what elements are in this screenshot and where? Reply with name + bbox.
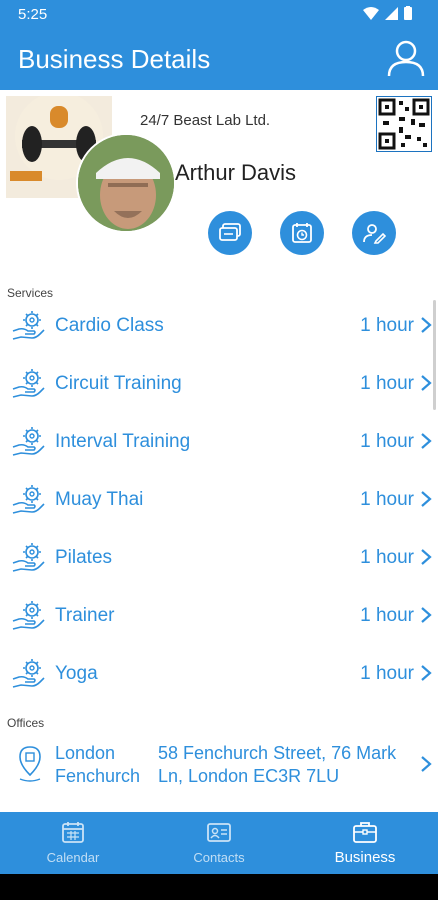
service-gear-hand-icon: [12, 311, 45, 340]
service-name: Cardio Class: [55, 315, 164, 336]
offices-heading: Offices: [7, 716, 45, 730]
office-name: London Fenchurch: [55, 743, 141, 786]
business-header: 24/7 Beast Lab Ltd. Arthur Davis: [0, 90, 438, 280]
service-duration: 1 hour: [360, 373, 414, 394]
nav-business[interactable]: Business: [292, 812, 438, 874]
service-row[interactable]: Interval Training 1 hour: [0, 412, 438, 470]
service-name: Circuit Training: [55, 373, 182, 394]
chevron-right-icon: [421, 317, 432, 333]
service-duration: 1 hour: [360, 315, 414, 336]
chevron-right-icon: [421, 607, 432, 623]
service-gear-hand-icon: [12, 485, 45, 514]
business-name: 24/7 Beast Lab Ltd.: [140, 112, 271, 129]
profile-icon[interactable]: [386, 38, 426, 78]
service-duration: 1 hour: [360, 489, 414, 510]
service-duration: 1 hour: [360, 605, 414, 626]
bottom-nav: Calendar Contacts Business: [0, 812, 438, 874]
service-row[interactable]: Muay Thai 1 hour: [0, 470, 438, 528]
chevron-right-icon: [421, 491, 432, 507]
nav-contacts-label: Contacts: [193, 850, 245, 865]
qr-code-icon: [378, 98, 430, 150]
system-navigation-bar: [0, 874, 438, 900]
service-gear-hand-icon: [12, 543, 45, 572]
review-button[interactable]: [352, 211, 396, 255]
service-duration: 1 hour: [360, 547, 414, 568]
status-bar: 5:25: [0, 0, 438, 28]
contact-card-icon: [207, 823, 231, 842]
status-time: 5:25: [18, 6, 48, 23]
scrollbar[interactable]: [433, 300, 436, 410]
service-name: Muay Thai: [55, 489, 144, 510]
service-row[interactable]: Trainer 1 hour: [0, 586, 438, 644]
service-gear-hand-icon: [12, 369, 45, 398]
chevron-right-icon: [421, 375, 432, 391]
service-duration: 1 hour: [360, 431, 414, 452]
service-name: Pilates: [55, 547, 113, 568]
nav-contacts[interactable]: Contacts: [146, 812, 292, 874]
chevron-right-icon: [421, 433, 432, 449]
chevron-right-icon: [421, 665, 432, 681]
office-row[interactable]: London Fenchurch 58 Fenchurch Street, 76…: [0, 735, 438, 797]
book-appointment-button[interactable]: [280, 211, 324, 255]
service-name: Interval Training: [55, 431, 191, 452]
service-row[interactable]: Pilates 1 hour: [0, 528, 438, 586]
service-gear-hand-icon: [12, 427, 45, 456]
battery-icon: [404, 6, 412, 20]
person-name: Arthur Davis: [175, 160, 297, 185]
service-duration: 1 hour: [360, 663, 414, 684]
service-name: Yoga: [55, 663, 98, 684]
nav-calendar[interactable]: Calendar: [0, 812, 146, 874]
chat-icon: [219, 223, 241, 241]
chevron-right-icon: [421, 549, 432, 565]
app-bar: Business Details: [0, 28, 438, 90]
person-photo-icon: [78, 135, 174, 231]
service-gear-hand-icon: [12, 659, 45, 688]
qr-code[interactable]: [376, 96, 432, 152]
office-address: 58 Fenchurch Street, 76 Mark Ln, London …: [158, 743, 397, 786]
signal-icon: [385, 6, 398, 20]
service-gear-hand-icon: [12, 601, 45, 630]
service-name: Trainer: [55, 605, 115, 626]
service-row[interactable]: Circuit Training 1 hour: [0, 354, 438, 412]
service-row[interactable]: Yoga 1 hour: [0, 644, 438, 702]
nav-business-label: Business: [334, 849, 396, 866]
calendar-icon: [62, 822, 84, 843]
message-button[interactable]: [208, 211, 252, 255]
wifi-icon: [363, 6, 379, 20]
nav-calendar-label: Calendar: [46, 850, 100, 865]
service-row[interactable]: Cardio Class 1 hour: [0, 296, 438, 354]
chevron-right-icon: [421, 756, 432, 772]
status-icons: [363, 6, 412, 20]
location-pin-icon: [19, 746, 41, 782]
user-edit-icon: [363, 224, 386, 244]
calendar-clock-icon: [292, 223, 312, 243]
page-title: Business Details: [18, 44, 211, 74]
briefcase-icon: [353, 822, 377, 843]
avatar: [76, 133, 176, 233]
